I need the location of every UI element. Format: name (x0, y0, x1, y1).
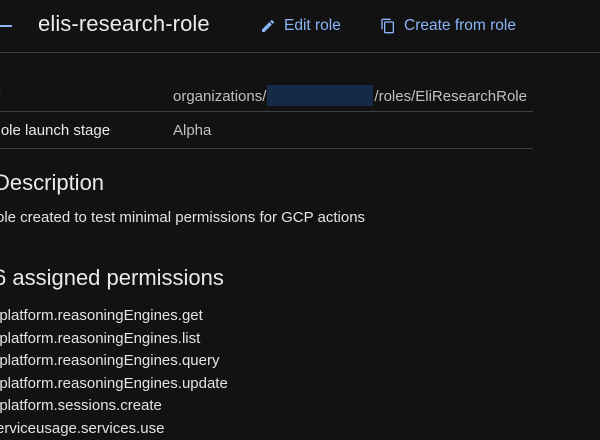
permission-item: iplatform.reasoningEngines.get (0, 305, 228, 328)
id-prefix: organizations/ (173, 88, 266, 105)
copy-icon (380, 17, 396, 35)
permission-item: iplatform.reasoningEngines.list (0, 328, 228, 351)
edit-role-label: Edit role (284, 17, 341, 35)
create-from-role-button[interactable]: Create from role (380, 15, 516, 37)
permission-item: erviceusage.services.use (0, 418, 228, 440)
launch-stage-key: Role launch stage (0, 122, 110, 139)
pencil-icon (260, 18, 276, 34)
detail-row-id: D organizations/ /roles/EliResearchRole (0, 75, 533, 112)
page-header: elis-research-role Edit role Create from… (0, 0, 600, 53)
permissions-list: iplatform.reasoningEngines.get iplatform… (0, 305, 228, 440)
create-from-role-label: Create from role (404, 17, 516, 35)
id-suffix: /roles/EliResearchRole (374, 88, 527, 105)
permission-item: iplatform.reasoningEngines.query (0, 350, 228, 373)
description-text: ole created to test minimal permissions … (0, 209, 365, 226)
id-key: D (0, 85, 1, 102)
permissions-heading: 6 assigned permissions (0, 265, 224, 291)
permission-item: iplatform.sessions.create (0, 395, 228, 418)
page-title: elis-research-role (38, 11, 210, 37)
description-heading: Description (0, 170, 104, 196)
detail-row-launch-stage: Role launch stage Alpha (0, 112, 533, 149)
launch-stage-value: Alpha (173, 122, 211, 139)
back-arrow-icon[interactable] (0, 14, 12, 38)
permission-item: iplatform.reasoningEngines.update (0, 373, 228, 396)
id-value: organizations/ /roles/EliResearchRole (173, 85, 527, 106)
edit-role-button[interactable]: Edit role (260, 15, 341, 37)
redaction-block (267, 85, 373, 106)
